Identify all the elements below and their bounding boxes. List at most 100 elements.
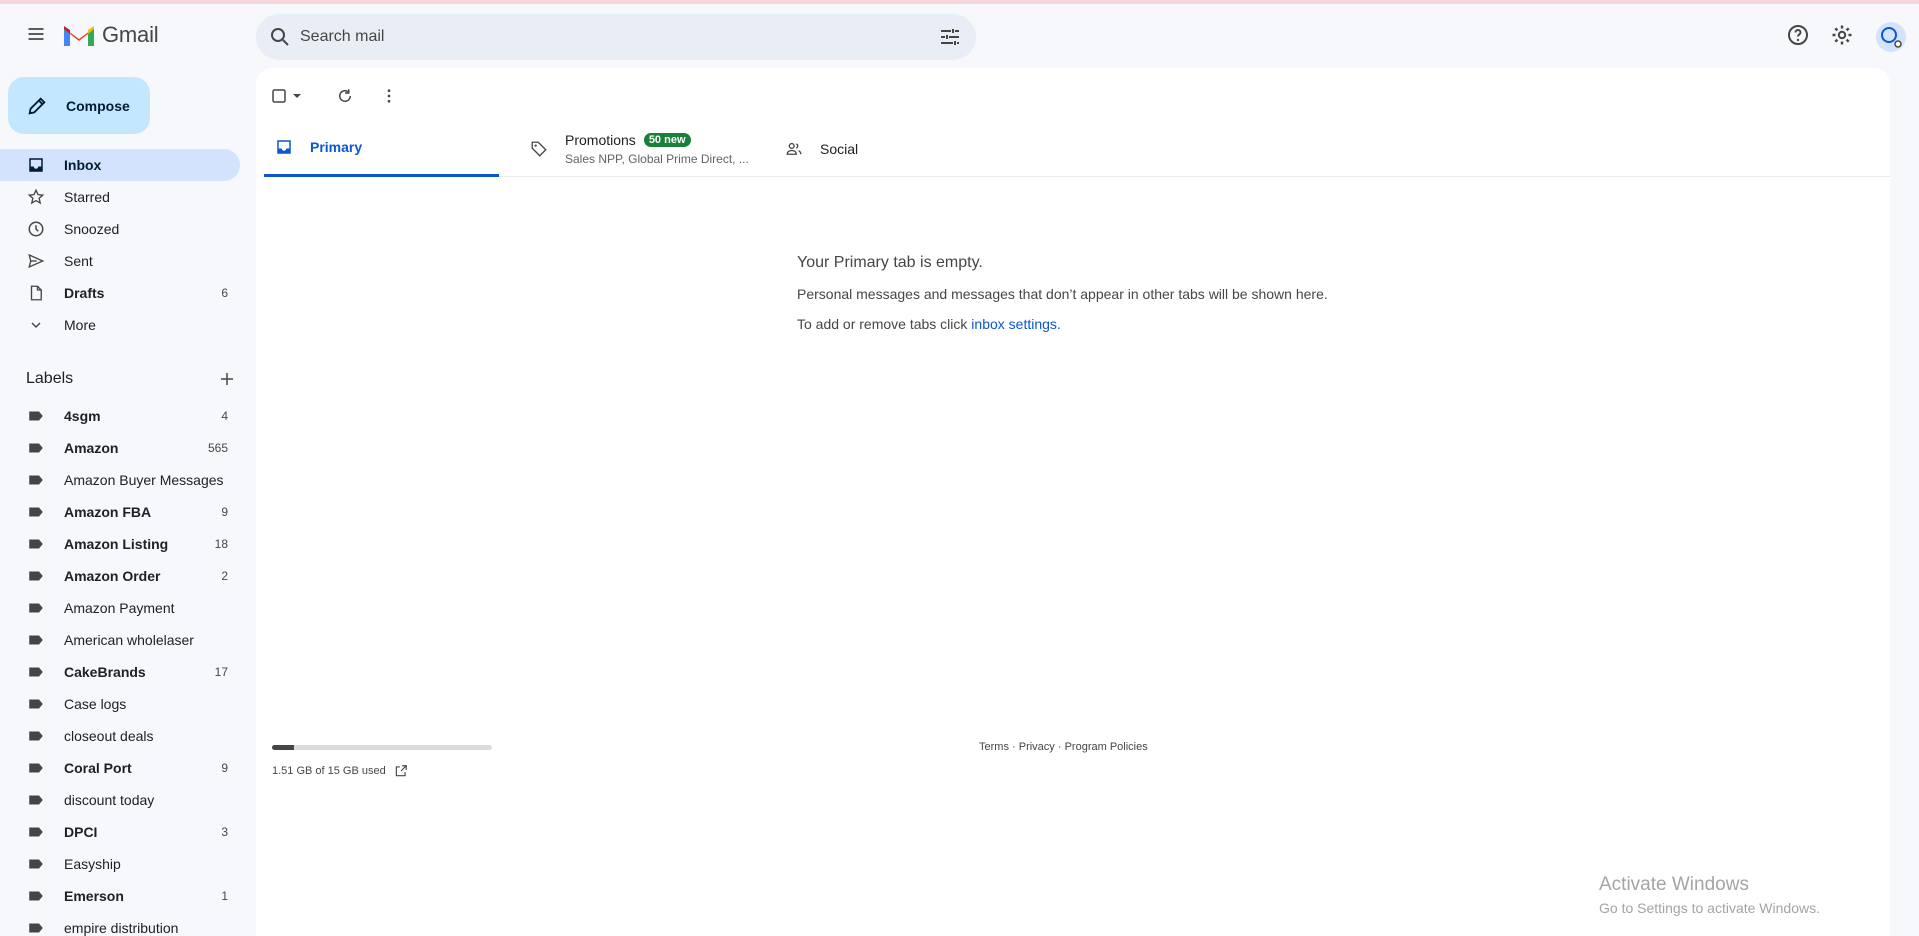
send-icon [28, 253, 45, 269]
label-count: 17 [214, 665, 228, 679]
label-name: CakeBrands [64, 664, 146, 680]
storage-used-text: 1.51 GB of 15 GB used [272, 765, 386, 777]
label-icon [29, 699, 43, 709]
account-avatar[interactable] [1876, 22, 1906, 52]
tag-icon [531, 141, 547, 157]
tab-promotions-label: Promotions [565, 131, 636, 148]
terms-link[interactable]: Terms [979, 741, 1009, 753]
label-icon [29, 731, 43, 741]
label-name: Amazon [64, 440, 119, 456]
label-item[interactable]: Coral Port 9 [0, 752, 240, 784]
sidebar-item-more[interactable]: More [0, 309, 240, 341]
empty-title: Your Primary tab is empty. [797, 254, 983, 271]
label-item[interactable]: DPCI 3 [0, 816, 240, 848]
label-item[interactable]: closeout deals [0, 720, 240, 752]
select-all-checkbox[interactable] [270, 87, 302, 105]
label-name: Amazon Listing [64, 536, 169, 552]
label-count: 1 [221, 889, 228, 903]
label-count: 3 [221, 825, 228, 839]
empty-settings-hint: To add or remove tabs click inbox settin… [797, 316, 1328, 332]
sidebar-item-starred[interactable]: Starred [0, 181, 240, 213]
label-name: American wholelaser [64, 632, 194, 648]
label-item[interactable]: Emerson 1 [0, 880, 240, 912]
label-item[interactable]: Easyship [0, 848, 240, 880]
footer-separator: · [1008, 741, 1019, 753]
gmail-logo[interactable]: Gmail [62, 22, 159, 48]
label-icon [29, 507, 43, 517]
label-icon [29, 635, 43, 645]
label-item[interactable]: Case logs [0, 688, 240, 720]
help-icon [1788, 25, 1808, 45]
search-icon[interactable] [268, 25, 292, 49]
label-item[interactable]: Amazon FBA 9 [0, 496, 240, 528]
label-icon [29, 411, 43, 421]
footer-separator: · [1054, 741, 1065, 753]
label-count: 9 [221, 505, 228, 519]
label-count: 4 [221, 409, 228, 423]
refresh-icon[interactable] [336, 87, 354, 105]
storage-bar-fill [272, 745, 294, 750]
label-item[interactable]: American wholelaser [0, 624, 240, 656]
label-name: Amazon Buyer Messages [64, 472, 224, 488]
add-label-icon[interactable] [218, 370, 236, 388]
label-item[interactable]: Amazon Listing 18 [0, 528, 240, 560]
mail-toolbar [270, 78, 398, 114]
sidebar-item-label: Drafts [64, 285, 105, 301]
label-item[interactable]: discount today [0, 784, 240, 816]
tab-social-label: Social [820, 140, 859, 157]
labels-list: 4sgm 4 Amazon 565 Amazon Buyer Messages Amazo… [0, 400, 240, 936]
label-icon [29, 475, 43, 485]
label-item[interactable]: 4sgm 4 [0, 400, 240, 432]
settings-button[interactable] [1828, 21, 1856, 49]
caret-down-icon [293, 94, 301, 98]
windows-activation-watermark: Activate Windows Go to Settings to activ… [1599, 874, 1820, 916]
program-policies-link[interactable]: Program Policies [1065, 741, 1148, 753]
label-item[interactable]: empire distribution [0, 912, 240, 936]
sidebar-item-drafts[interactable]: Drafts 6 [0, 277, 240, 309]
privacy-link[interactable]: Privacy [1019, 741, 1055, 753]
checkbox-icon [272, 89, 286, 103]
compose-button[interactable]: Compose [8, 77, 150, 134]
chevron-down-icon [31, 322, 41, 329]
tune-icon[interactable] [938, 25, 962, 49]
inbox-settings-link[interactable]: inbox settings. [971, 316, 1061, 332]
watermark-title: Activate Windows [1599, 874, 1749, 895]
search-bar[interactable] [256, 14, 976, 60]
tab-social[interactable]: Social [774, 120, 974, 177]
inbox-icon [277, 140, 291, 154]
label-name: empire distribution [64, 920, 179, 936]
label-name: Case logs [64, 696, 127, 712]
sidebar-item-inbox[interactable]: Inbox [0, 149, 240, 181]
label-icon [29, 795, 43, 805]
label-icon [29, 571, 43, 581]
more-vert-icon[interactable] [380, 87, 398, 105]
help-button[interactable] [1784, 21, 1812, 49]
tab-promotions[interactable]: Promotions 50 new Sales NPP, Global Prim… [519, 120, 749, 177]
label-name: Amazon Payment [64, 600, 175, 616]
label-icon [29, 443, 43, 453]
people-icon [786, 142, 802, 155]
label-item[interactable]: Amazon Order 2 [0, 560, 240, 592]
label-item[interactable]: Amazon 565 [0, 432, 240, 464]
drafts-count: 6 [221, 286, 228, 300]
star-icon [27, 188, 45, 205]
app-header: Gmail [0, 4, 1919, 68]
label-item[interactable]: Amazon Buyer Messages [0, 464, 240, 496]
label-item[interactable]: CakeBrands 17 [0, 656, 240, 688]
label-icon [29, 859, 43, 869]
sidebar-item-snoozed[interactable]: Snoozed [0, 213, 240, 245]
open-in-new-icon[interactable] [394, 764, 408, 778]
main-menu-button[interactable] [16, 14, 56, 54]
sidebar-item-label: Snoozed [64, 221, 120, 237]
label-icon [29, 891, 43, 901]
sidebar-item-label: Sent [64, 253, 93, 269]
label-item[interactable]: Amazon Payment [0, 592, 240, 624]
pencil-icon [28, 96, 46, 115]
settings-icon [1832, 25, 1852, 45]
search-input[interactable] [300, 22, 900, 52]
tab-primary[interactable]: Primary [264, 120, 499, 177]
compose-label: Compose [66, 97, 130, 114]
label-name: Emerson [64, 888, 124, 904]
sidebar-item-sent[interactable]: Sent [0, 245, 240, 277]
label-icon [29, 539, 43, 549]
